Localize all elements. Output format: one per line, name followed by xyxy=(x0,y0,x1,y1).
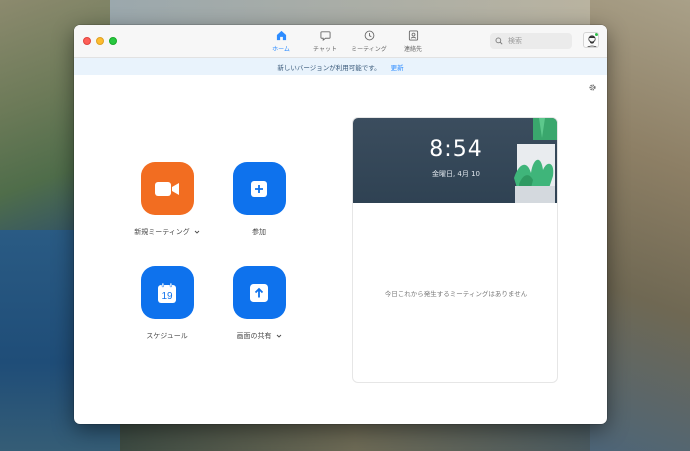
plus-icon xyxy=(251,180,267,197)
tab-home-label: ホーム xyxy=(272,46,290,53)
new-meeting-button[interactable] xyxy=(140,162,194,215)
new-meeting-caption[interactable]: 新規ミーティング xyxy=(134,227,200,237)
title-bar: ホーム チャット ミーティング 連絡先 検索 xyxy=(74,25,607,58)
search-input[interactable]: 検索 xyxy=(490,33,572,49)
schedule-action: 19 スケジュール xyxy=(127,266,207,341)
calendar-icon: 19 xyxy=(158,282,176,303)
share-screen-caption[interactable]: 画面の共有 xyxy=(237,331,282,341)
update-message: 新しいバージョンが利用可能です。 xyxy=(277,63,381,72)
new-meeting-label: 新規ミーティング xyxy=(134,228,190,236)
join-button[interactable] xyxy=(232,162,286,215)
tab-contacts-label: 連絡先 xyxy=(403,46,422,53)
close-window-button[interactable] xyxy=(83,37,91,45)
share-screen-action: 画面の共有 xyxy=(219,266,299,341)
calendar-day: 19 xyxy=(161,291,173,302)
search-placeholder: 検索 xyxy=(508,37,522,45)
tab-chat[interactable]: チャット xyxy=(303,29,347,55)
search-icon xyxy=(495,37,503,45)
home-icon xyxy=(276,30,286,41)
plant-illustration xyxy=(514,118,557,203)
join-caption[interactable]: 参加 xyxy=(252,227,266,237)
clock-icon xyxy=(364,30,374,41)
tab-meetings-label: ミーティング xyxy=(351,46,387,53)
join-label: 参加 xyxy=(252,228,266,236)
chevron-down-icon xyxy=(194,230,200,234)
tab-meetings[interactable]: ミーティング xyxy=(347,29,391,55)
avatar[interactable] xyxy=(583,32,599,48)
window-controls xyxy=(83,37,117,45)
update-link[interactable]: 更新 xyxy=(391,62,404,72)
online-status-indicator xyxy=(594,33,598,37)
join-action: 参加 xyxy=(219,162,299,237)
tab-contacts[interactable]: 連絡先 xyxy=(391,29,435,55)
schedule-caption[interactable]: スケジュール xyxy=(146,331,188,341)
schedule-button[interactable]: 19 xyxy=(140,266,194,319)
chat-icon xyxy=(319,31,331,41)
minimize-window-button[interactable] xyxy=(96,37,104,45)
app-window: ホーム チャット ミーティング 連絡先 検索 新しいバージョンが利用可能です。 … xyxy=(74,25,607,424)
gear-icon[interactable] xyxy=(588,83,597,92)
upcoming-meetings-panel: 8:54 金曜日, 4月 10 今日これから発生するミーティングはありません xyxy=(352,117,558,383)
contact-icon xyxy=(408,30,418,41)
new-meeting-action: 新規ミーティング xyxy=(127,162,207,237)
share-screen-button[interactable] xyxy=(232,266,286,319)
update-banner: 新しいバージョンが利用可能です。 更新 xyxy=(74,58,607,75)
share-up-arrow-icon xyxy=(250,283,268,302)
maximize-window-button[interactable] xyxy=(109,37,117,45)
video-camera-icon xyxy=(155,181,179,196)
tab-chat-label: チャット xyxy=(313,46,337,53)
schedule-label: スケジュール xyxy=(146,332,188,340)
share-screen-label: 画面の共有 xyxy=(236,332,272,340)
main-nav: ホーム チャット ミーティング 連絡先 xyxy=(259,29,435,55)
chevron-down-icon xyxy=(276,334,281,338)
no-meetings-message: 今日これから発生するミーティングはありません xyxy=(384,290,528,298)
clock-banner: 8:54 金曜日, 4月 10 xyxy=(353,118,557,203)
tab-home[interactable]: ホーム xyxy=(259,29,303,55)
wallpaper-rocks xyxy=(120,420,590,451)
